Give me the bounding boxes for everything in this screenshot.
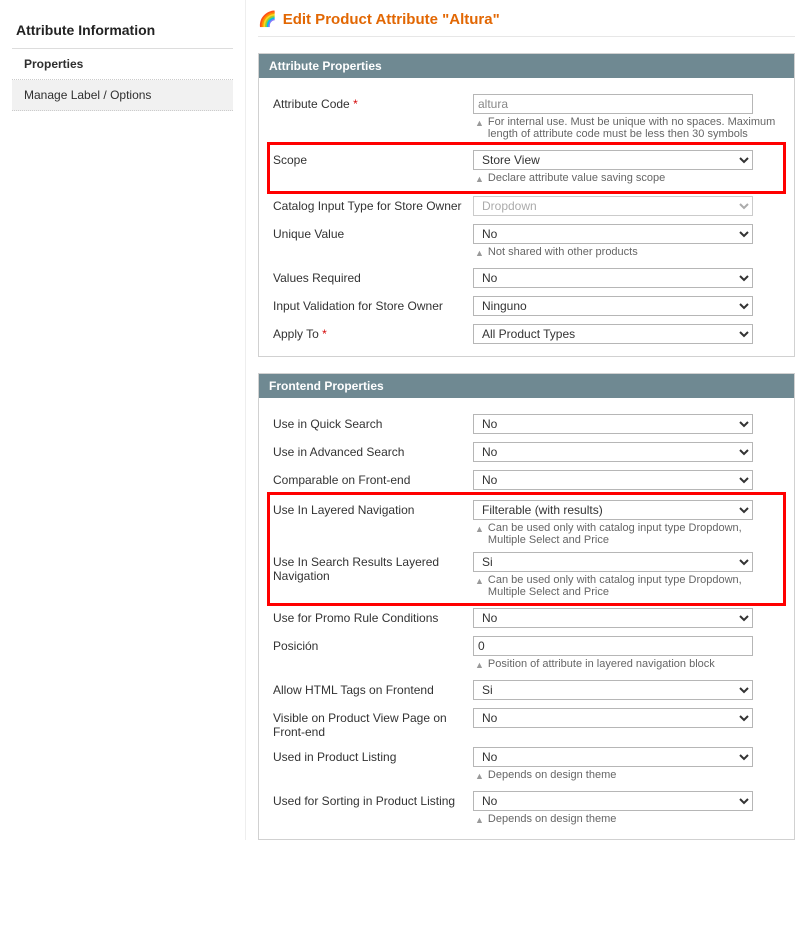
scope-select[interactable]: Store View [473, 150, 753, 170]
label-attribute-code: Attribute Code * [273, 94, 473, 111]
sidebar-item-label: Manage Label / Options [24, 88, 151, 102]
section-frontend-properties: Frontend Properties Use in Quick Search … [258, 373, 795, 840]
hint-unique: ▲Not shared with other products [473, 246, 780, 260]
visible-pdp-select[interactable]: No [473, 708, 753, 728]
row-input-type: Catalog Input Type for Store Owner Dropd… [273, 192, 780, 220]
section-header: Frontend Properties [259, 374, 794, 398]
validation-select[interactable]: Ninguno [473, 296, 753, 316]
attribute-code-input [473, 94, 753, 114]
label-promo: Use for Promo Rule Conditions [273, 608, 473, 625]
row-comparable: Comparable on Front-end No [273, 466, 780, 494]
page-title-row: 🌈 Edit Product Attribute "Altura" [258, 0, 795, 37]
row-apply-to: Apply To * All Product Types [273, 320, 780, 348]
label-search-layered-nav: Use In Search Results Layered Navigation [273, 552, 473, 583]
page-title: Edit Product Attribute "Altura" [283, 11, 500, 28]
input-type-select: Dropdown [473, 196, 753, 216]
triangle-icon: ▲ [475, 658, 484, 672]
hint-search-layered-nav: ▲Can be used only with catalog input typ… [473, 574, 780, 598]
label-adv-search: Use in Advanced Search [273, 442, 473, 459]
label-unique: Unique Value [273, 224, 473, 241]
main-content: 🌈 Edit Product Attribute "Altura" Attrib… [245, 0, 807, 840]
row-quick-search: Use in Quick Search No [273, 410, 780, 438]
row-promo: Use for Promo Rule Conditions No [273, 604, 780, 632]
triangle-icon: ▲ [475, 813, 484, 827]
required-mark: * [353, 97, 358, 111]
triangle-icon: ▲ [475, 574, 484, 588]
label-position: Posición [273, 636, 473, 653]
quick-search-select[interactable]: No [473, 414, 753, 434]
hint-attribute-code: ▲For internal use. Must be unique with n… [473, 116, 780, 140]
row-layered-nav-group: Use In Layered Navigation Filterable (wi… [269, 494, 784, 604]
comparable-select[interactable]: No [473, 470, 753, 490]
sidebar-item-manage-label-options[interactable]: Manage Label / Options [12, 80, 233, 111]
section-body: Attribute Code * ▲For internal use. Must… [259, 78, 794, 356]
sidebar-item-label: Properties [24, 57, 83, 71]
row-scope: Scope Store View ▲Declare attribute valu… [269, 144, 784, 192]
row-visible-pdp: Visible on Product View Page on Front-en… [273, 704, 780, 743]
sort-listing-select[interactable]: No [473, 791, 753, 811]
label-comparable: Comparable on Front-end [273, 470, 473, 487]
hint-layered-nav: ▲Can be used only with catalog input typ… [473, 522, 780, 546]
section-header: Attribute Properties [259, 54, 794, 78]
row-allow-html: Allow HTML Tags on Frontend Si [273, 676, 780, 704]
layered-nav-select[interactable]: Filterable (with results) [473, 500, 753, 520]
label-validation: Input Validation for Store Owner [273, 296, 473, 313]
sidebar-title: Attribute Information [12, 10, 233, 49]
label-required: Values Required [273, 268, 473, 285]
label-sort-listing: Used for Sorting in Product Listing [273, 791, 473, 808]
search-layered-nav-select[interactable]: Si [473, 552, 753, 572]
row-adv-search: Use in Advanced Search No [273, 438, 780, 466]
label-visible-pdp: Visible on Product View Page on Front-en… [273, 708, 473, 739]
row-required: Values Required No [273, 264, 780, 292]
label-input-type: Catalog Input Type for Store Owner [273, 196, 473, 213]
adv-search-select[interactable]: No [473, 442, 753, 462]
section-body: Use in Quick Search No Use in Advanced S… [259, 398, 794, 839]
row-unique: Unique Value No ▲Not shared with other p… [273, 220, 780, 264]
hint-position: ▲Position of attribute in layered naviga… [473, 658, 780, 672]
row-validation: Input Validation for Store Owner Ninguno [273, 292, 780, 320]
triangle-icon: ▲ [475, 522, 484, 536]
position-input[interactable] [473, 636, 753, 656]
row-attribute-code: Attribute Code * ▲For internal use. Must… [273, 90, 780, 144]
label-scope: Scope [273, 150, 473, 167]
rainbow-icon: 🌈 [258, 10, 277, 28]
hint-scope: ▲Declare attribute value saving scope [473, 172, 780, 186]
triangle-icon: ▲ [475, 769, 484, 783]
allow-html-select[interactable]: Si [473, 680, 753, 700]
required-mark: * [322, 327, 327, 341]
hint-product-listing: ▲Depends on design theme [473, 769, 780, 783]
sidebar-item-properties[interactable]: Properties [12, 49, 233, 80]
triangle-icon: ▲ [475, 116, 484, 130]
label-layered-nav: Use In Layered Navigation [273, 500, 473, 517]
row-sort-listing: Used for Sorting in Product Listing No ▲… [273, 787, 780, 831]
product-listing-select[interactable]: No [473, 747, 753, 767]
section-attribute-properties: Attribute Properties Attribute Code * ▲F… [258, 53, 795, 357]
label-product-listing: Used in Product Listing [273, 747, 473, 764]
promo-select[interactable]: No [473, 608, 753, 628]
sidebar: Attribute Information Properties Manage … [0, 0, 245, 840]
label-allow-html: Allow HTML Tags on Frontend [273, 680, 473, 697]
hint-sort-listing: ▲Depends on design theme [473, 813, 780, 827]
required-select[interactable]: No [473, 268, 753, 288]
unique-select[interactable]: No [473, 224, 753, 244]
label-quick-search: Use in Quick Search [273, 414, 473, 431]
label-apply-to: Apply To * [273, 324, 473, 341]
triangle-icon: ▲ [475, 172, 484, 186]
row-position: Posición ▲Position of attribute in layer… [273, 632, 780, 676]
row-product-listing: Used in Product Listing No ▲Depends on d… [273, 743, 780, 787]
triangle-icon: ▲ [475, 246, 484, 260]
apply-to-select[interactable]: All Product Types [473, 324, 753, 344]
